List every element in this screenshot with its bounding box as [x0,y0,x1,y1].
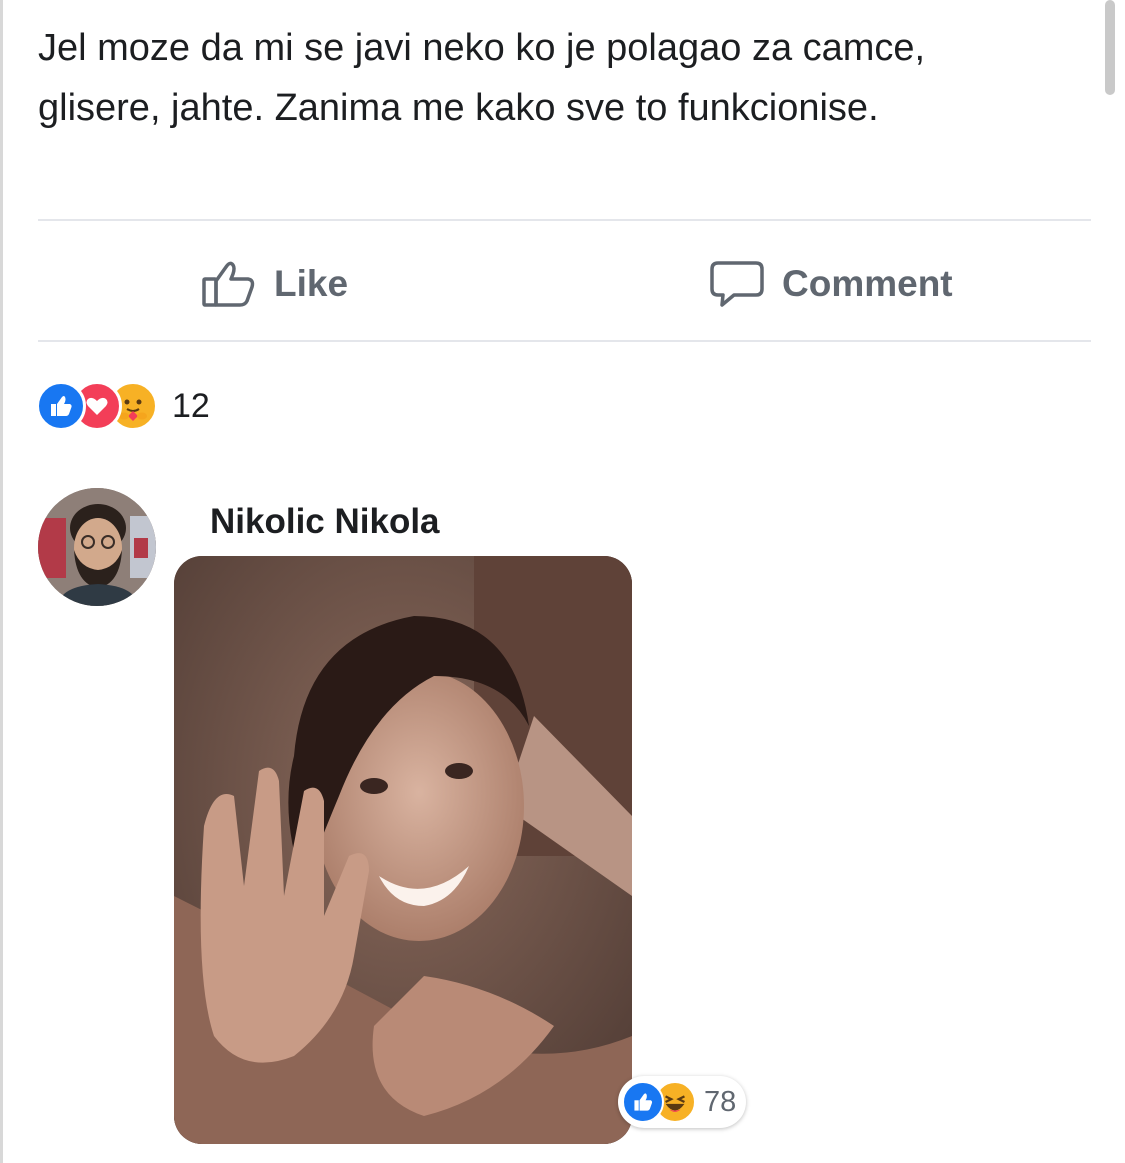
divider-bottom [38,340,1091,342]
reaction-count: 12 [172,386,210,425]
comment-photo[interactable] [174,556,632,1144]
page-left-border [0,0,3,1163]
scrollbar-thumb[interactable] [1105,0,1115,95]
comment-author-name[interactable]: Nikolic Nikola [210,502,440,542]
post-reactions-summary[interactable]: 12 [36,378,210,434]
comment-reaction-count: 78 [704,1085,737,1118]
thumbs-up-icon [200,259,258,309]
speech-bubble-icon [708,259,766,309]
comment-label: Comment [782,263,953,304]
divider-top [38,219,1091,221]
commenter-avatar[interactable] [38,488,156,606]
like-label: Like [274,263,349,304]
like-icon [36,381,86,431]
comment-button[interactable]: Comment [708,248,953,320]
post-text: Jel moze da mi se javi neko ko je polaga… [38,27,926,129]
like-icon [622,1081,664,1123]
comment-reactions-summary[interactable]: 78 [618,1076,747,1128]
like-button[interactable]: Like [200,248,348,320]
